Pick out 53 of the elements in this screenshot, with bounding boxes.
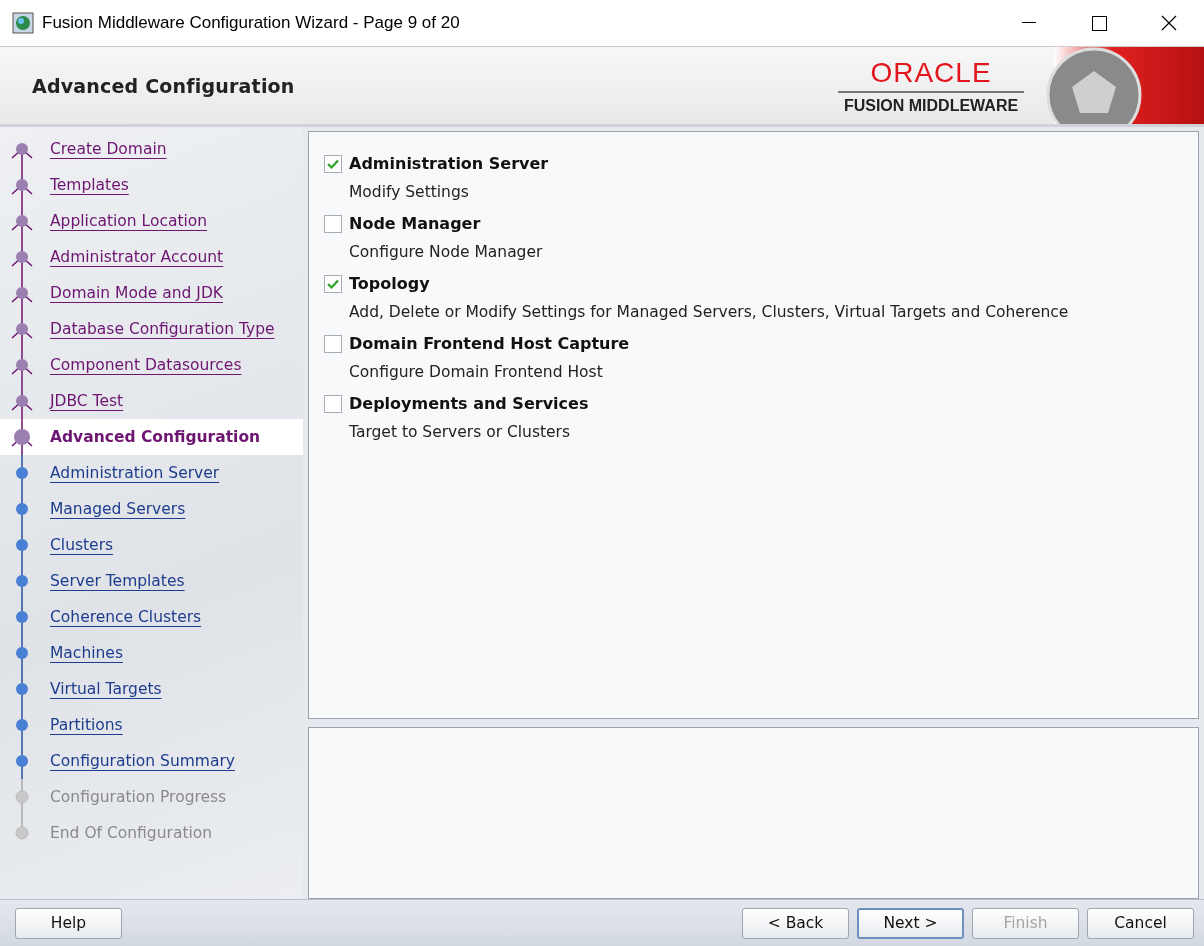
step-link[interactable]: Templates — [50, 176, 129, 194]
checkbox[interactable] — [324, 274, 342, 293]
step-node-icon — [10, 275, 34, 311]
step-link[interactable]: Clusters — [50, 536, 114, 554]
option-label[interactable]: Node Manager — [349, 214, 481, 233]
step-link[interactable]: Coherence Clusters — [50, 608, 202, 626]
checkbox[interactable] — [324, 394, 342, 413]
wizard-button[interactable]: Next > — [857, 907, 964, 939]
step-node-icon — [10, 203, 34, 239]
step-node-icon — [10, 167, 34, 203]
step-link[interactable]: Advanced Configuration — [50, 428, 261, 446]
step-link[interactable]: JDBC Test — [50, 392, 124, 410]
step-link[interactable]: Virtual Targets — [50, 680, 162, 698]
step-link[interactable]: Administrator Account — [50, 248, 224, 266]
step-link[interactable]: Server Templates — [50, 572, 185, 590]
option-description: Add, Delete or Modify Settings for Managed Servers, Clusters, Virtual Targets and Coherence — [349, 303, 1070, 321]
option-description: Configure Domain Frontend Host — [349, 363, 604, 381]
minimize-icon — [1022, 22, 1036, 24]
logo-brand: ORACLE — [838, 56, 1024, 93]
step-link[interactable]: Database Configuration Type — [50, 320, 275, 338]
step-node-icon — [10, 419, 34, 455]
option-label[interactable]: Topology — [349, 274, 430, 293]
option-label[interactable]: Administration Server — [349, 154, 549, 173]
option-label[interactable]: Deployments and Services — [349, 394, 589, 413]
wizard-button[interactable]: Cancel — [1087, 907, 1194, 939]
step-link[interactable]: Managed Servers — [50, 500, 186, 518]
step-link[interactable]: Configuration Summary — [50, 752, 235, 770]
option-label[interactable]: Domain Frontend Host Capture — [349, 334, 630, 353]
app-icon — [12, 12, 34, 34]
step-link[interactable]: Application Location — [50, 212, 208, 230]
window-title: Fusion Middleware Configuration Wizard - Page 9 of 20 — [42, 13, 461, 33]
page-heading: Advanced Configuration — [32, 74, 296, 97]
step-node-icon — [10, 383, 34, 419]
option-description: Modify Settings — [349, 183, 470, 201]
step-link[interactable]: Machines — [50, 644, 123, 662]
step-link[interactable]: Component Datasources — [50, 356, 242, 374]
step-link[interactable]: Domain Mode and JDK — [50, 284, 223, 302]
wizard-button[interactable]: Help — [15, 907, 122, 939]
step-node-icon — [10, 311, 34, 347]
wizard-button[interactable]: < Back — [742, 907, 849, 939]
step-node-icon — [10, 239, 34, 275]
close-icon — [1161, 15, 1177, 31]
option-description: Configure Node Manager — [349, 243, 544, 261]
checkbox[interactable] — [324, 334, 342, 353]
step-node-icon — [10, 347, 34, 383]
step-link[interactable]: Partitions — [50, 716, 123, 734]
step-link[interactable]: Administration Server — [50, 464, 220, 482]
option-description: Target to Servers or Clusters — [349, 423, 572, 441]
checkbox[interactable] — [324, 214, 342, 233]
checkbox[interactable] — [324, 154, 342, 173]
logo-product: FUSION MIDDLEWARE — [843, 96, 1019, 115]
maximize-icon — [1091, 15, 1107, 31]
step-link[interactable]: Create Domain — [50, 140, 167, 158]
